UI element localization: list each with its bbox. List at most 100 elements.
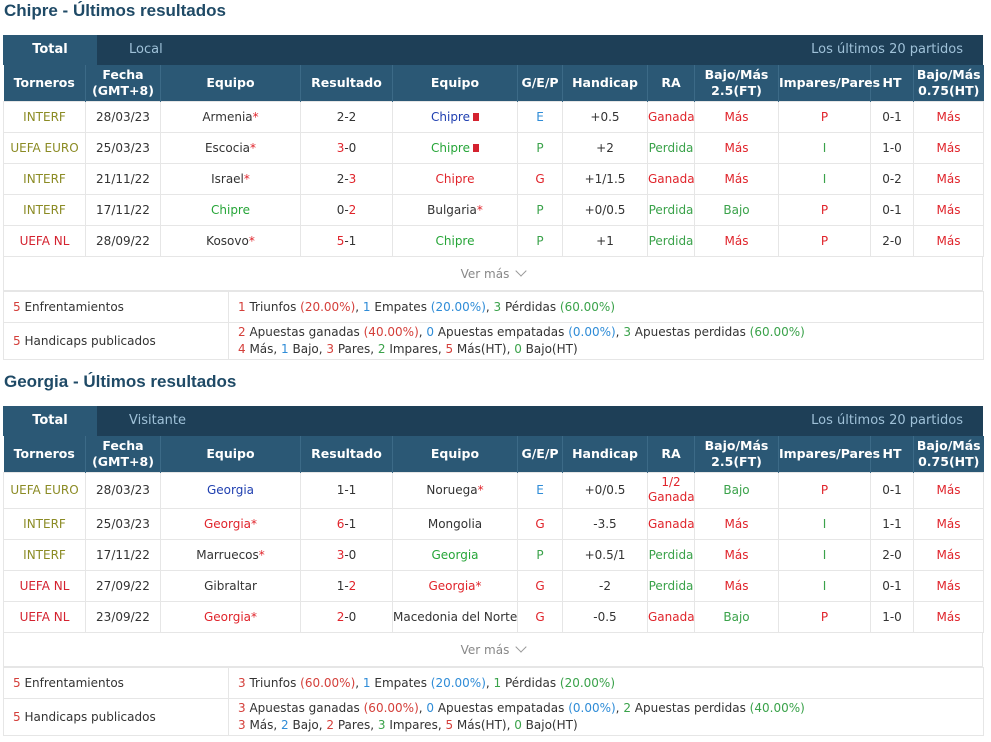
table-row: UEFA NL 28/09/22 Kosovo* 5-1 Chipre P +1 Perdid… <box>3 224 984 257</box>
ra-cell: Perdida <box>647 224 695 257</box>
tournament-cell[interactable]: UEFA NL <box>3 224 86 257</box>
ver-mas-label: Ver más <box>460 642 510 657</box>
results-panel: Total Visitante Los últimos 20 partidos … <box>3 406 984 736</box>
tab-visitante[interactable]: Visitante <box>129 406 186 436</box>
score-cell[interactable]: 6-1 <box>300 507 393 540</box>
last-20-matches-label[interactable]: Los últimos 20 partidos <box>811 406 963 436</box>
away-team-name[interactable]: Bulgaria <box>427 203 477 217</box>
home-team-cell[interactable]: Georgia <box>160 471 301 509</box>
handicap-cell: -2 <box>562 569 648 602</box>
away-team-cell[interactable]: Chipre <box>392 162 518 195</box>
column-header: RA <box>647 436 695 472</box>
ver-mas-button[interactable]: Ver más <box>3 256 983 291</box>
home-team-cell[interactable]: Georgia* <box>160 507 301 540</box>
summary-count: 5 <box>13 675 21 690</box>
home-team-name[interactable]: Chipre <box>211 203 250 217</box>
tournament-cell[interactable]: UEFA NL <box>3 600 86 633</box>
home-team-cell[interactable]: Gibraltar <box>160 569 301 602</box>
ver-mas-button[interactable]: Ver más <box>3 632 983 667</box>
away-team-cell[interactable]: Chipre <box>392 100 518 133</box>
score-cell[interactable]: 3-0 <box>300 538 393 571</box>
tournament-cell[interactable]: UEFA EURO <box>3 471 86 509</box>
tournament-cell[interactable]: INTERF <box>3 538 86 571</box>
summary-segment: Pérdidas <box>501 675 560 690</box>
away-team-cell[interactable]: Chipre <box>392 131 518 164</box>
tab-total[interactable]: Total <box>3 406 97 436</box>
home-team-cell[interactable]: Georgia* <box>160 600 301 633</box>
away-team-cell[interactable]: Georgia <box>392 538 518 571</box>
ht-score-cell: 0-1 <box>870 193 914 226</box>
summary-segment: (20.00%) <box>300 299 356 314</box>
away-team-name[interactable]: Macedonia del Norte <box>394 610 517 624</box>
results-table: Torneros Fecha (GMT+8) Equipo Resultado Equi… <box>3 436 984 633</box>
away-team-cell[interactable]: Macedonia del Norte <box>392 600 518 633</box>
away-team-cell[interactable]: Noruega* <box>392 471 518 509</box>
home-team-name[interactable]: Gibraltar <box>204 579 257 593</box>
tab-local[interactable]: Local <box>129 35 163 65</box>
tournament-cell[interactable]: INTERF <box>3 193 86 226</box>
away-team-cell[interactable]: Chipre <box>392 224 518 257</box>
home-team-cell[interactable]: Israel* <box>160 162 301 195</box>
away-team-name[interactable]: Noruega <box>426 483 477 497</box>
home-team-name[interactable]: Escocia <box>205 141 250 155</box>
score-away: 2 <box>348 202 357 217</box>
summary-table: 5 Enfrentamientos 1 Triunfos (20.00%), 1… <box>3 290 984 360</box>
home-team-name[interactable]: Georgia <box>204 610 251 624</box>
odd-even-cell: I <box>778 538 871 571</box>
away-team-name[interactable]: Chipre <box>431 141 470 155</box>
summary-segment: Pares, <box>334 717 378 732</box>
away-team-name[interactable]: Chipre <box>436 234 475 248</box>
away-team-name[interactable]: Georgia <box>431 548 478 562</box>
tournament-cell[interactable]: UEFA NL <box>3 569 86 602</box>
tab-total[interactable]: Total <box>3 35 97 65</box>
table-row: INTERF 17/11/22 Chipre 0-2 Bulgaria* P +0/0.5 P… <box>3 193 984 226</box>
away-team-cell[interactable]: Bulgaria* <box>392 193 518 226</box>
column-header: Equipo <box>392 65 518 101</box>
score-cell[interactable]: 2-2 <box>300 100 393 133</box>
away-team-cell[interactable]: Mongolia <box>392 507 518 540</box>
summary-segment: Impares, <box>385 717 446 732</box>
score-cell[interactable]: 1-1 <box>300 471 393 509</box>
gep-cell: G <box>517 569 563 602</box>
home-team-name[interactable]: Israel <box>211 172 244 186</box>
tournament-cell[interactable]: INTERF <box>3 162 86 195</box>
home-team-cell[interactable]: Kosovo* <box>160 224 301 257</box>
home-team-cell[interactable]: Chipre <box>160 193 301 226</box>
home-team-cell[interactable]: Marruecos* <box>160 538 301 571</box>
away-team-name[interactable]: Georgia <box>428 579 475 593</box>
away-team-cell[interactable]: Georgia* <box>392 569 518 602</box>
score-cell[interactable]: 1-2 <box>300 569 393 602</box>
handicap-cell: +0.5 <box>562 100 648 133</box>
tournament-cell[interactable]: INTERF <box>3 100 86 133</box>
home-team-name[interactable]: Georgia <box>204 517 251 531</box>
score-cell[interactable]: 3-0 <box>300 131 393 164</box>
score-cell[interactable]: 2-3 <box>300 162 393 195</box>
summary-segment: Triunfos <box>245 675 301 690</box>
home-team-name[interactable]: Kosovo <box>206 234 249 248</box>
score-away: 2 <box>348 578 357 593</box>
home-team-name[interactable]: Marruecos <box>196 548 259 562</box>
home-team-name[interactable]: Georgia <box>207 483 254 497</box>
score-cell[interactable]: 5-1 <box>300 224 393 257</box>
summary-segment: 0 <box>426 324 435 339</box>
home-team-cell[interactable]: Escocia* <box>160 131 301 164</box>
date-cell: 21/11/22 <box>85 162 161 195</box>
home-team-name[interactable]: Armenia <box>202 110 252 124</box>
odd-even-cell: P <box>778 193 871 226</box>
column-header: Equipo <box>160 65 301 101</box>
last-20-matches-label[interactable]: Los últimos 20 partidos <box>811 35 963 65</box>
gep-cell: G <box>517 162 563 195</box>
score-cell[interactable]: 0-2 <box>300 193 393 226</box>
tournament-cell[interactable]: UEFA EURO <box>3 131 86 164</box>
away-team-name[interactable]: Mongolia <box>428 517 482 531</box>
over-under-ft-cell: Más <box>694 100 779 133</box>
summary-segment: (20.00%) <box>559 675 616 690</box>
summary-segment: (20.00%) <box>430 675 486 690</box>
summary-line: 3 Triunfos (60.00%), 1 Empates (20.00%),… <box>228 666 984 699</box>
away-team-name[interactable]: Chipre <box>436 172 475 186</box>
summary-segment: 3 <box>238 717 246 732</box>
away-team-name[interactable]: Chipre <box>431 110 470 124</box>
score-cell[interactable]: 2-0 <box>300 600 393 633</box>
tournament-cell[interactable]: INTERF <box>3 507 86 540</box>
home-team-cell[interactable]: Armenia* <box>160 100 301 133</box>
